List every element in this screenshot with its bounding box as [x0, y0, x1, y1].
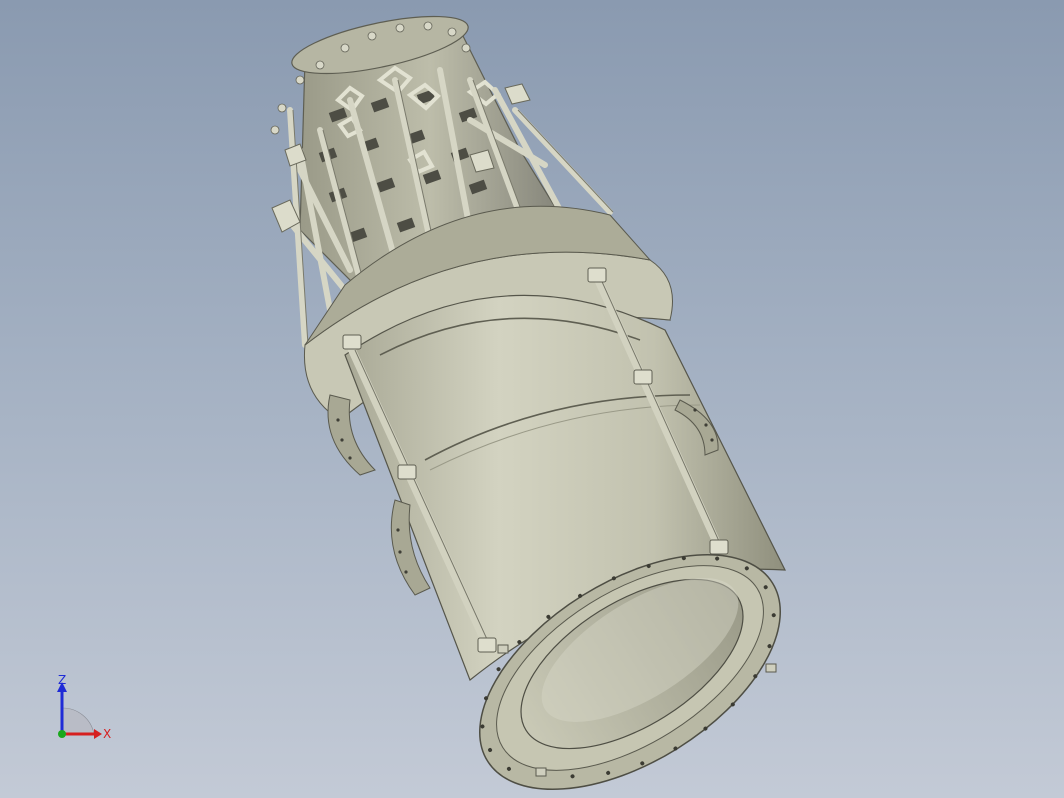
triad-plane-icon	[61, 707, 95, 735]
orientation-triad: Z X	[40, 672, 130, 744]
y-axis-icon	[58, 730, 66, 738]
combustor-assembly-model[interactable]	[0, 0, 1064, 798]
3d-viewport[interactable]: Z X	[0, 0, 1064, 798]
z-axis-label: Z	[58, 673, 66, 687]
x-axis-label: X	[103, 727, 111, 741]
